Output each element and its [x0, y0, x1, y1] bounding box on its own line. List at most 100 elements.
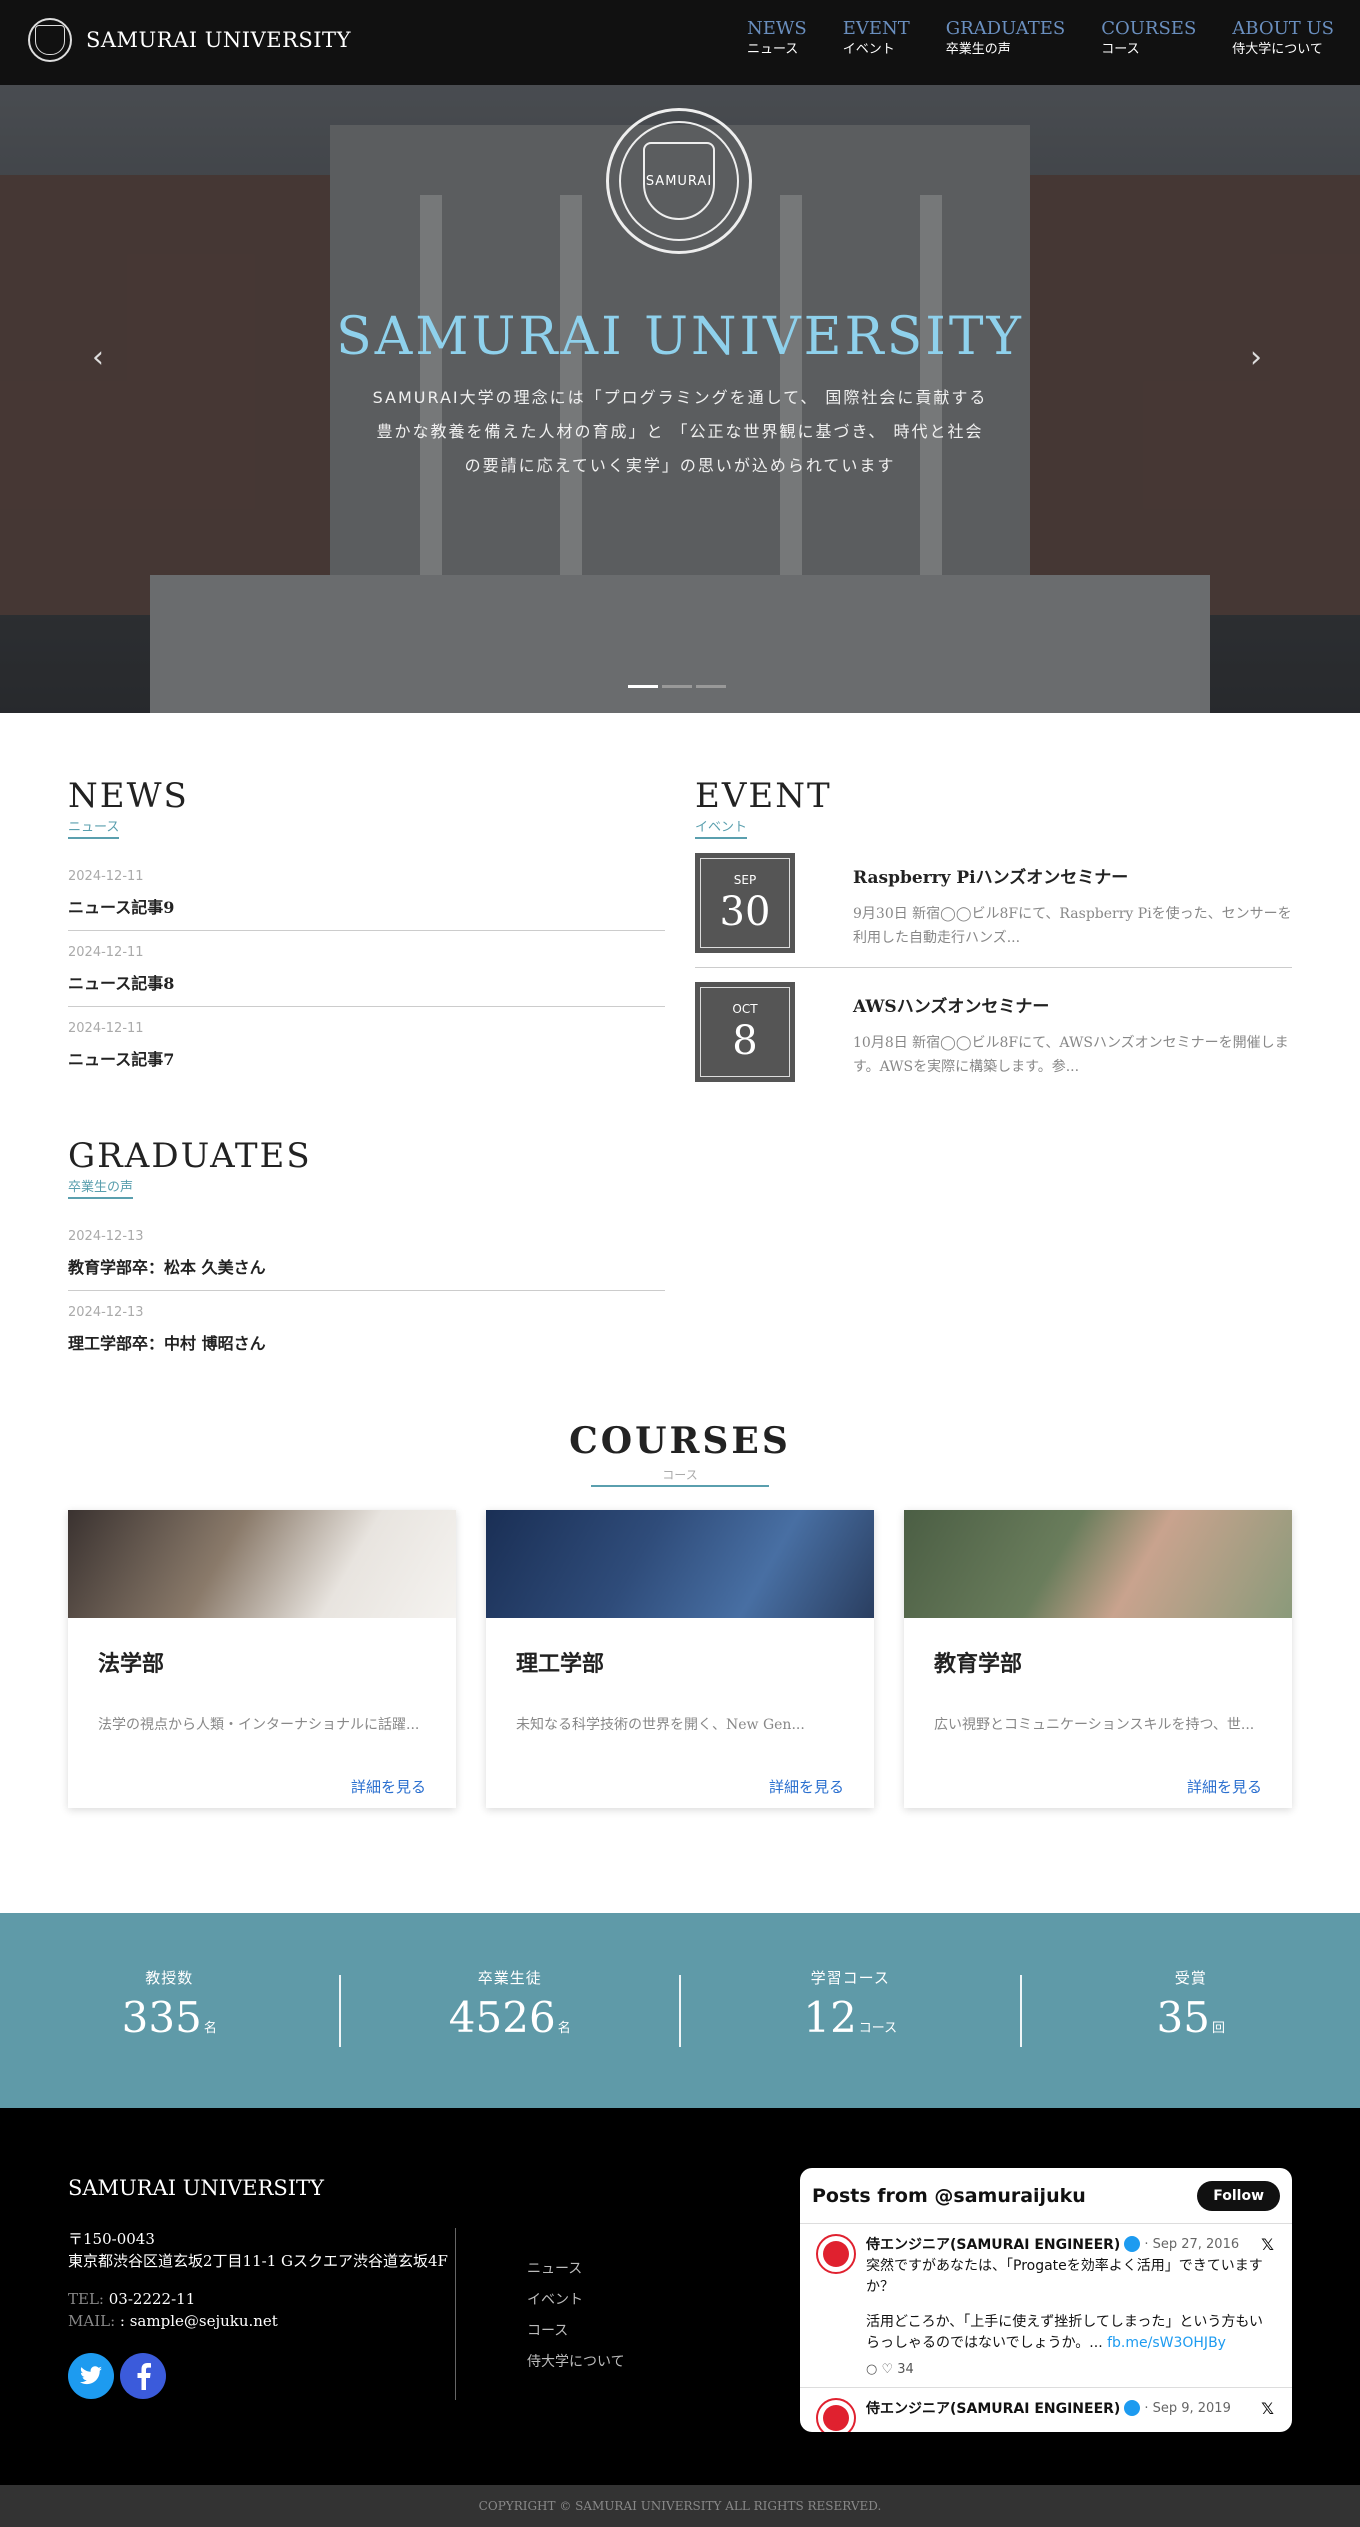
course-cards: 法学部 法学の視点から人類・インターナショナルに話躍... 詳細を見る 理工学部… — [68, 1510, 1292, 1808]
course-image — [486, 1510, 874, 1618]
news-subheading: ニュース — [68, 816, 120, 839]
course-image — [904, 1510, 1292, 1618]
carousel-dot[interactable] — [662, 685, 692, 688]
site-header: SAMURAI UNIVERSITY NEWS ニュース EVENT イベント GR… — [0, 0, 1360, 85]
tweet-link[interactable]: fb.me/sW3OHJBy — [1107, 2335, 1226, 2351]
course-description: 法学の視点から人類・インターナショナルに話躍... — [98, 1717, 420, 1733]
x-logo-icon[interactable]: 𝕏 — [1261, 2399, 1274, 2418]
x-logo-icon[interactable]: 𝕏 — [1261, 2235, 1274, 2254]
news-date: 2024-12-11 — [68, 869, 144, 884]
news-title[interactable]: ニュース記事9 — [68, 894, 665, 918]
footer-site-name: SAMURAI UNIVERSITY — [68, 2176, 324, 2200]
nav-courses[interactable]: COURSES コース — [1101, 18, 1196, 60]
graduate-title[interactable]: 教育学部卒：松本 久美さん — [68, 1254, 665, 1278]
prev-arrow-icon[interactable]: ‹ — [92, 340, 104, 375]
graduate-date: 2024-12-13 — [68, 1305, 144, 1320]
footer-nav: ニュース イベント コース 侍大学について — [527, 2254, 625, 2378]
facebook-icon[interactable] — [120, 2353, 166, 2399]
stat-value: 12 — [803, 1992, 857, 2042]
course-details-link[interactable]: 詳細を見る — [486, 1776, 844, 1797]
stat-value: 335 — [121, 1992, 202, 2042]
footer-link-courses[interactable]: コース — [527, 2316, 625, 2347]
event-item[interactable]: OCT 8 AWSハンズオンセミナー 10月8日 新宿◯◯ビル8Fにて、AWSハ… — [695, 968, 1292, 1096]
course-card-education[interactable]: 教育学部 広い視野とコミュニケーションスキルを持つ、世... 詳細を見る — [904, 1510, 1292, 1808]
news-item[interactable]: 2024-12-11 ニュース記事7 — [68, 1007, 665, 1082]
event-section: EVENT イベント SEP 30 Raspberry Piハンズオンセミナー … — [695, 776, 1292, 1096]
carousel-dot[interactable] — [696, 685, 726, 688]
carousel-dot[interactable] — [628, 685, 658, 688]
avatar[interactable] — [816, 2234, 856, 2274]
news-section: NEWS ニュース 2024-12-11 ニュース記事9 2024-12-11 … — [68, 776, 665, 1082]
follow-button[interactable]: Follow — [1197, 2180, 1280, 2211]
stat-professors: 教授数 335 名 — [0, 1969, 341, 2047]
nav-news[interactable]: NEWS ニュース — [747, 18, 807, 60]
tweet[interactable]: 侍エンジニア(SAMURAI ENGINEER) · Sep 9, 2019 𝕏 — [800, 2388, 1292, 2432]
graduate-title[interactable]: 理工学部卒：中村 博昭さん — [68, 1330, 665, 1354]
shield-icon: SAMURAI — [643, 142, 715, 220]
footer-tel[interactable]: 03-2222-11 — [109, 2290, 195, 2308]
event-date-badge: OCT 8 — [695, 982, 795, 1082]
footer-mail[interactable]: : sample@sejuku.net — [120, 2312, 278, 2330]
news-title[interactable]: ニュース記事7 — [68, 1046, 665, 1070]
tweet-author[interactable]: 侍エンジニア(SAMURAI ENGINEER) — [866, 2234, 1120, 2254]
nav-event[interactable]: EVENT イベント — [843, 18, 910, 60]
stat-unit: 名 — [557, 2020, 571, 2036]
event-day: 30 — [719, 889, 771, 935]
like-icon[interactable]: ♡ — [881, 2362, 893, 2377]
event-item[interactable]: SEP 30 Raspberry Piハンズオンセミナー 9月30日 新宿◯◯ビ… — [695, 839, 1292, 968]
tweet-text: 突然ですがあなたは、「Progateを効率よく活用」できていますか？ — [866, 2258, 1263, 2295]
university-crest: SAMURAI — [606, 108, 752, 254]
verified-icon — [1124, 2236, 1141, 2252]
stat-unit: コース — [858, 2020, 898, 2036]
event-title[interactable]: Raspberry Piハンズオンセミナー — [853, 863, 1292, 888]
tweet[interactable]: 侍エンジニア(SAMURAI ENGINEER) · Sep 27, 2016 … — [800, 2224, 1292, 2388]
course-details-link[interactable]: 詳細を見る — [904, 1776, 1262, 1797]
footer-divider — [455, 2228, 456, 2400]
news-heading: NEWS — [68, 776, 189, 816]
footer-address: 〒150-0043 東京都渋谷区道玄坂2丁目11-1 Gスクエア渋谷道玄坂4F — [68, 2230, 448, 2270]
tweet-author[interactable]: 侍エンジニア(SAMURAI ENGINEER) — [866, 2398, 1120, 2418]
news-item[interactable]: 2024-12-11 ニュース記事8 — [68, 931, 665, 1007]
graduate-item[interactable]: 2024-12-13 教育学部卒：松本 久美さん — [68, 1215, 665, 1291]
footer-link-event[interactable]: イベント — [527, 2285, 625, 2316]
stat-value: 35 — [1156, 1992, 1210, 2042]
stat-awards: 受賞 35 回 — [1156, 1968, 1225, 2042]
course-card-engineering[interactable]: 理工学部 未知なる科学技術の世界を開く、New Gen... 詳細を見る — [486, 1510, 874, 1808]
event-excerpt: 9月30日 新宿◯◯ビル8Fにて、Raspberry Piを使った、センサーを利… — [853, 906, 1292, 946]
hero-carousel[interactable]: SAMURAI SAMURAI UNIVERSITY SAMURAI大学の理念に… — [0, 85, 1360, 713]
courses-subheading: コース — [591, 1466, 769, 1487]
reply-icon[interactable]: ○ — [866, 2362, 877, 2377]
event-title[interactable]: AWSハンズオンセミナー — [853, 992, 1292, 1017]
news-date: 2024-12-11 — [68, 1021, 144, 1036]
course-description: 広い視野とコミュニケーションスキルを持つ、世... — [934, 1717, 1255, 1733]
course-title: 理工学部 — [516, 1651, 605, 1677]
main-nav: NEWS ニュース EVENT イベント GRADUATES 卒業生の声 COURSE… — [711, 18, 1334, 60]
avatar[interactable] — [816, 2398, 856, 2432]
news-item[interactable]: 2024-12-11 ニュース記事9 — [68, 855, 665, 931]
hero-description: SAMURAI大学の理念には「プログラミングを通して、 国際社会に貢献する豊かな… — [372, 388, 988, 475]
twitter-icon[interactable] — [68, 2353, 114, 2399]
stat-unit: 名 — [203, 2020, 217, 2036]
site-footer: SAMURAI UNIVERSITY 〒150-0043 東京都渋谷区道玄坂2丁… — [0, 2108, 1360, 2485]
social-links — [68, 2353, 172, 2399]
event-month: OCT — [732, 1002, 758, 1016]
site-logo[interactable]: SAMURAI UNIVERSITY — [28, 18, 351, 62]
nav-graduates[interactable]: GRADUATES 卒業生の声 — [946, 18, 1065, 60]
twitter-timeline-widget[interactable]: Posts from @samuraijuku Follow 侍エンジニア(SA… — [800, 2168, 1292, 2432]
footer-link-about[interactable]: 侍大学について — [527, 2347, 625, 2378]
event-month: SEP — [733, 873, 757, 887]
nav-about[interactable]: ABOUT US 侍大学について — [1232, 18, 1334, 60]
tweet-date[interactable]: · Sep 27, 2016 — [1144, 2237, 1239, 2252]
footer-contact: TEL: 03-2222-11 MAIL: : sample@sejuku.ne… — [68, 2290, 278, 2330]
hero-title: SAMURAI UNIVERSITY — [336, 307, 1024, 367]
course-details-link[interactable]: 詳細を見る — [68, 1776, 426, 1797]
news-date: 2024-12-11 — [68, 945, 144, 960]
course-title: 法学部 — [98, 1651, 165, 1677]
news-title[interactable]: ニュース記事8 — [68, 970, 665, 994]
graduate-item[interactable]: 2024-12-13 理工学部卒：中村 博昭さん — [68, 1291, 665, 1366]
next-arrow-icon[interactable]: › — [1250, 340, 1262, 375]
stat-graduates: 卒業生徒 4526 名 — [341, 1969, 681, 2047]
tweet-date[interactable]: · Sep 9, 2019 — [1144, 2401, 1231, 2416]
footer-link-news[interactable]: ニュース — [527, 2254, 625, 2285]
course-card-law[interactable]: 法学部 法学の視点から人類・インターナショナルに話躍... 詳細を見る — [68, 1510, 456, 1808]
